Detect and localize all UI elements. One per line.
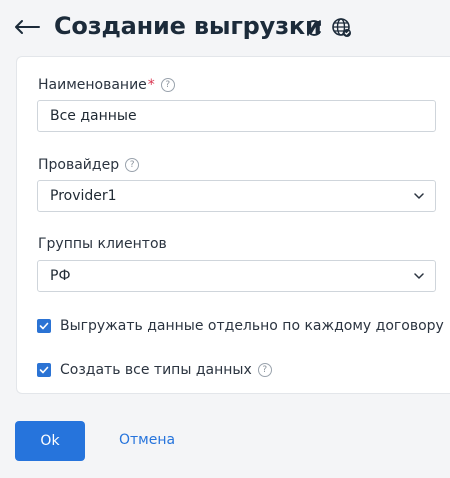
name-input[interactable]: Все данные: [37, 100, 436, 132]
per-contract-checkbox-label: Выгружать данные отдельно по каждому дог…: [60, 318, 444, 334]
name-input-value: Все данные: [50, 108, 137, 124]
refresh-icon[interactable]: [303, 17, 325, 39]
client-groups-label-text: Группы клиентов: [38, 236, 167, 252]
client-groups-label: Группы клиентов: [38, 236, 167, 252]
help-icon[interactable]: ?: [257, 363, 272, 377]
per-contract-checkbox[interactable]: [37, 319, 51, 333]
help-icon[interactable]: ?: [160, 78, 175, 92]
provider-select[interactable]: Provider1: [37, 180, 436, 212]
client-groups-select-value: РФ: [50, 268, 71, 284]
client-groups-select[interactable]: РФ: [37, 260, 436, 292]
header: Создание выгрузки: [0, 0, 450, 56]
checkmark-icon: [39, 366, 49, 374]
ok-button[interactable]: Ok: [15, 421, 85, 461]
name-label: Наименование * ?: [38, 77, 175, 93]
all-types-checkbox-label: Создать все типы данных: [60, 362, 252, 378]
checkmark-icon: [39, 322, 49, 330]
chevron-down-icon: [414, 273, 424, 279]
chevron-down-icon: [414, 193, 424, 199]
name-label-text: Наименование: [38, 77, 147, 93]
form-card: Наименование * ? Все данные Провайдер ? P…: [16, 56, 450, 394]
required-mark: *: [147, 77, 155, 93]
cancel-button[interactable]: Отмена: [119, 432, 175, 448]
help-icon[interactable]: ?: [125, 158, 140, 172]
globe-icon[interactable]: [331, 17, 353, 39]
all-types-checkbox[interactable]: [37, 363, 51, 377]
provider-label-text: Провайдер: [38, 157, 120, 173]
all-types-checkbox-row[interactable]: Создать все типы данных ?: [37, 362, 272, 378]
provider-select-value: Provider1: [50, 188, 117, 204]
provider-label: Провайдер ?: [38, 157, 140, 173]
per-contract-checkbox-row[interactable]: Выгружать данные отдельно по каждому дог…: [37, 318, 450, 334]
page-title: Создание выгрузки: [54, 12, 322, 40]
back-arrow-icon[interactable]: [14, 16, 40, 38]
